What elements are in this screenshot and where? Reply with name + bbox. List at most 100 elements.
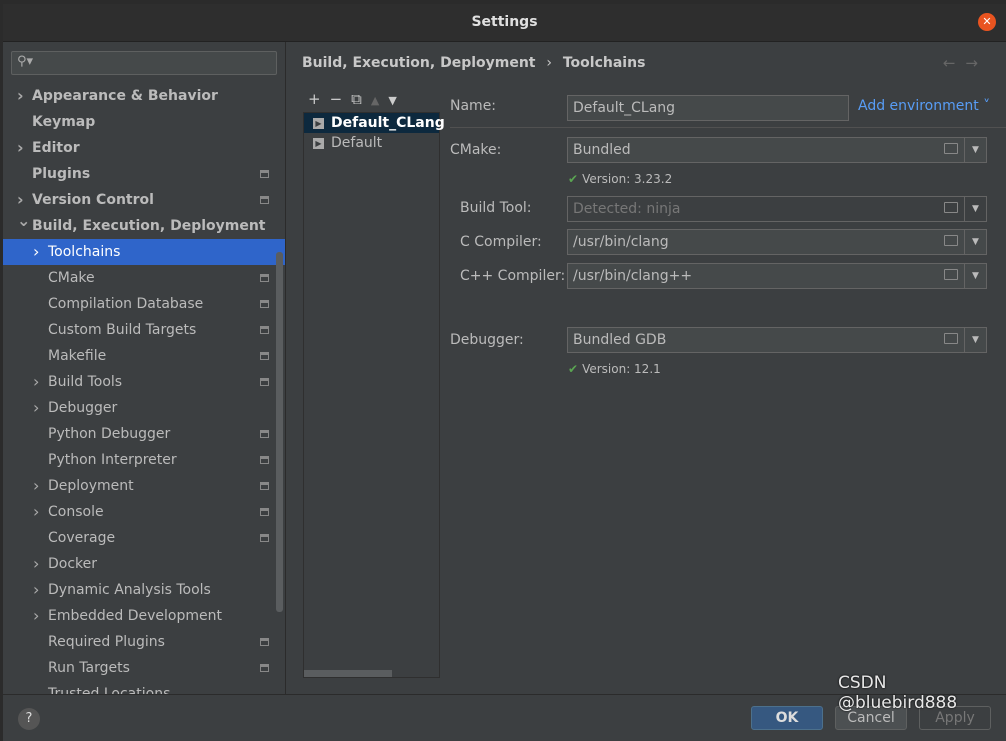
close-icon[interactable]: ✕ [978,13,996,31]
breadcrumb-parent[interactable]: Build, Execution, Deployment [302,55,536,71]
folder-icon[interactable] [944,235,958,246]
toolchain-label: Default_CLang [331,115,445,131]
search-input[interactable]: ⚲▾ [11,51,277,75]
sidebar-item[interactable]: Coverage [3,525,285,551]
help-button[interactable]: ? [18,708,40,730]
chevron-right-icon[interactable]: › [17,135,24,161]
settings-sidebar: ⚲▾ › Appearance & Behavior Keymap › Editor Pl… [3,42,286,694]
sidebar-item[interactable]: › Toolchains [3,239,285,265]
toolchain-icon: ▶ [313,118,324,129]
add-environment-link[interactable]: Add environment ˅ [858,98,990,114]
dropdown-arrow-icon[interactable]: ▼ [964,138,986,162]
divider [450,127,1006,128]
forward-arrow-icon[interactable]: → [965,54,988,72]
chevron-right-icon[interactable]: › [33,603,39,629]
ok-button[interactable]: OK [751,706,823,730]
project-settings-icon [260,482,269,490]
sidebar-scrollbar[interactable] [276,252,283,612]
project-settings-icon [260,170,269,178]
sidebar-item[interactable]: › Embedded Development [3,603,285,629]
sidebar-item-label: Build, Execution, Deployment [32,218,266,234]
dropdown-arrow-icon[interactable]: ▼ [964,197,986,221]
name-input[interactable]: Default_CLang [567,95,849,121]
sidebar-item-label: Version Control [32,192,154,208]
project-settings-icon [260,352,269,360]
copy-icon[interactable]: ⧉ [351,90,371,108]
nav-arrows: ←→ [943,54,988,72]
dropdown-arrow-icon[interactable]: ▼ [964,264,986,288]
sidebar-item[interactable]: Python Interpreter [3,447,285,473]
sidebar-item[interactable]: › Appearance & Behavior [3,83,285,109]
c-compiler-select[interactable]: /usr/bin/clang ▼ [567,229,987,255]
cmake-select[interactable]: Bundled ▼ [567,137,987,163]
sidebar-item[interactable]: › Build Tools [3,369,285,395]
sidebar-item-label: Debugger [48,400,118,416]
dropdown-arrow-icon[interactable]: ▼ [964,230,986,254]
sidebar-item[interactable]: Run Targets [3,655,285,681]
list-scrollbar[interactable] [304,670,392,677]
sidebar-item[interactable]: › Deployment [3,473,285,499]
toolchain-item[interactable]: ▶ Default_CLang [304,113,445,133]
sidebar-item[interactable]: › Docker [3,551,285,577]
sidebar-item[interactable]: Custom Build Targets [3,317,285,343]
project-settings-icon [260,638,269,646]
sidebar-item[interactable]: Compilation Database [3,291,285,317]
chevron-right-icon[interactable]: › [17,83,24,109]
sidebar-item-label: Toolchains [48,244,121,260]
title-bar: Settings ✕ [3,4,1006,42]
sidebar-item[interactable]: › Dynamic Analysis Tools [3,577,285,603]
build-tool-select[interactable]: Detected: ninja ▼ [567,196,987,222]
project-settings-icon [260,508,269,516]
sidebar-item[interactable]: CMake [3,265,285,291]
folder-icon[interactable] [944,269,958,280]
add-icon[interactable]: + [308,90,330,108]
move-up-icon[interactable]: ▲ [371,94,388,107]
build-tool-value: Detected: ninja [573,201,681,217]
sidebar-item[interactable]: Trusted Locations [3,681,285,694]
project-settings-icon [260,430,269,438]
chevron-down-icon[interactable]: ⌄ [17,208,30,234]
cmake-label: CMake: [450,142,502,158]
chevron-right-icon[interactable]: › [33,473,39,499]
chevron-right-icon[interactable]: › [33,499,39,525]
dropdown-arrow-icon[interactable]: ▼ [964,328,986,352]
chevron-right-icon[interactable]: › [33,551,39,577]
sidebar-item[interactable]: Makefile [3,343,285,369]
project-settings-icon [260,300,269,308]
check-icon: ✔ [568,362,579,376]
sidebar-item-label: Makefile [48,348,107,364]
sidebar-item[interactable]: Python Debugger [3,421,285,447]
folder-icon[interactable] [944,333,958,344]
folder-icon[interactable] [944,202,958,213]
debugger-version-text: Version: 12.1 [582,362,661,376]
sidebar-item[interactable]: › Version Control [3,187,285,213]
sidebar-item[interactable]: ⌄ Build, Execution, Deployment [3,211,285,239]
sidebar-item[interactable]: Keymap [3,109,285,135]
move-down-icon[interactable]: ▼ [388,94,405,107]
toolchain-item[interactable]: ▶ Default [304,133,439,153]
sidebar-item-label: Required Plugins [48,634,165,650]
chevron-right-icon[interactable]: › [33,395,39,421]
chevron-right-icon[interactable]: › [33,577,39,603]
breadcrumb-separator: › [546,55,552,71]
sidebar-item-label: Run Targets [48,660,130,676]
cpp-compiler-select[interactable]: /usr/bin/clang++ ▼ [567,263,987,289]
sidebar-item[interactable]: › Console [3,499,285,525]
sidebar-item-label: Custom Build Targets [48,322,197,338]
build-tool-label: Build Tool: [460,200,532,216]
sidebar-item-label: Docker [48,556,98,572]
toolchain-list: ▶ Default_CLang ▶ Default [303,112,445,678]
back-arrow-icon[interactable]: ← [943,54,966,72]
sidebar-item[interactable]: › Debugger [3,395,285,421]
project-settings-icon [260,534,269,542]
chevron-right-icon[interactable]: › [33,369,39,395]
debugger-select[interactable]: Bundled GDB ▼ [567,327,987,353]
project-settings-icon [260,378,269,386]
chevron-right-icon[interactable]: › [33,239,39,265]
remove-icon[interactable]: − [330,90,352,108]
sidebar-item[interactable]: › Editor [3,135,285,161]
sidebar-item[interactable]: Plugins [3,161,285,187]
folder-icon[interactable] [944,143,958,154]
project-settings-icon [260,274,269,282]
sidebar-item[interactable]: Required Plugins [3,629,285,655]
